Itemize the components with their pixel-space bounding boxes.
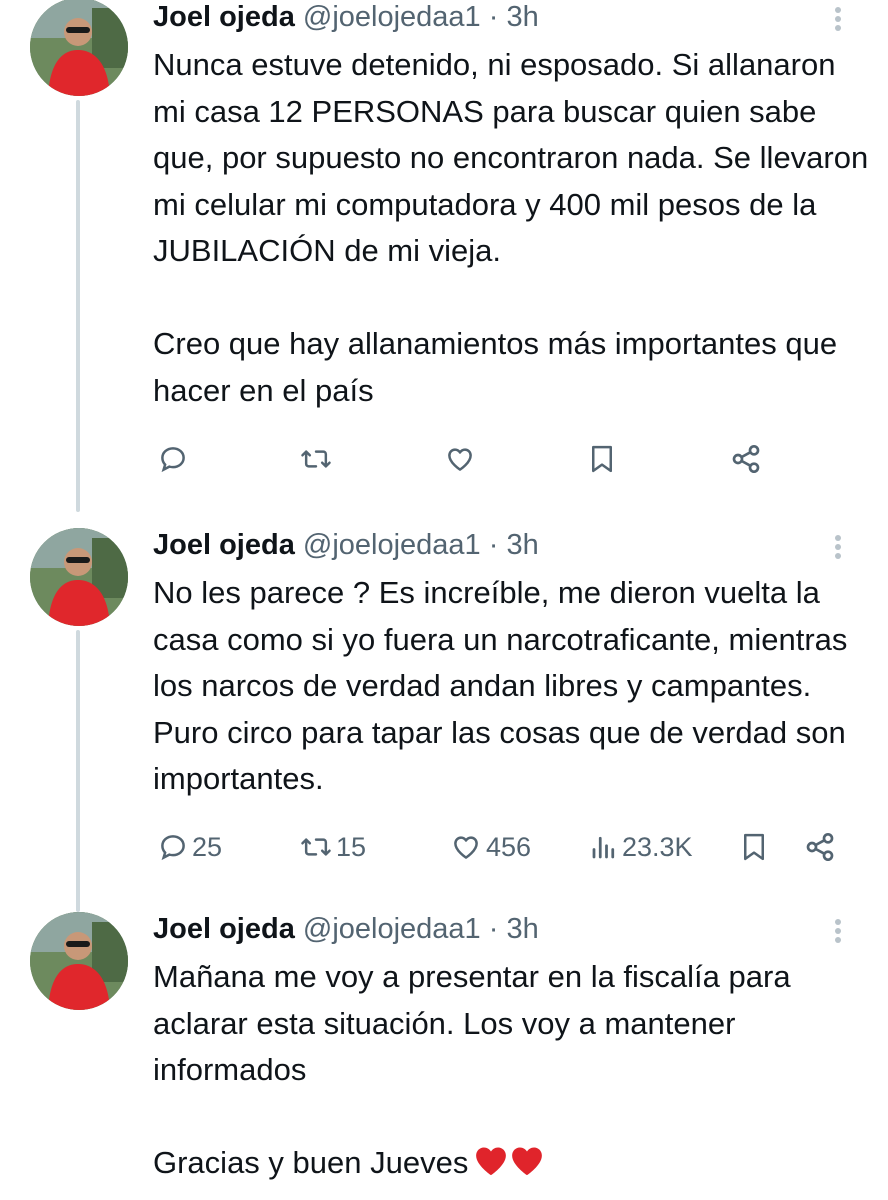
heart-emoji-icon: [476, 1147, 507, 1176]
display-name[interactable]: Joel ojeda: [153, 913, 295, 945]
share-icon: [806, 833, 834, 861]
share-icon: [732, 445, 760, 473]
bookmark-button[interactable]: [740, 824, 768, 870]
tweet-text: Nunca estuve detenido, ni esposado. Si a…: [153, 47, 869, 408]
heart-emoji-icon: [512, 1147, 543, 1176]
avatar[interactable]: [30, 528, 128, 626]
tweet[interactable]: Joel ojeda @joelojedaa1 · 3h No les pare…: [0, 528, 888, 888]
repost-icon: [301, 838, 331, 856]
display-name[interactable]: Joel ojeda: [153, 1, 295, 33]
views-button[interactable]: 23.3K: [590, 824, 693, 870]
more-options-icon[interactable]: [826, 532, 850, 572]
heart-emojis: [474, 1145, 544, 1177]
reply-count: 25: [192, 831, 223, 862]
tweet-header: Joel ojeda @joelojedaa1 · 3h: [153, 0, 539, 40]
share-button[interactable]: [730, 436, 762, 482]
separator: ·: [488, 529, 499, 561]
repost-button[interactable]: [300, 436, 332, 482]
repost-count: 15: [336, 831, 367, 862]
share-button[interactable]: [804, 824, 836, 870]
separator: ·: [488, 1, 499, 33]
tweet-header: Joel ojeda @joelojedaa1 · 3h: [153, 528, 539, 568]
action-bar: [0, 436, 888, 486]
tweet[interactable]: Joel ojeda @joelojedaa1 · 3h Nunca estuv…: [0, 0, 888, 500]
timestamp[interactable]: 3h: [506, 529, 538, 561]
handle[interactable]: @joelojedaa1: [303, 1, 481, 33]
timestamp[interactable]: 3h: [506, 1, 538, 33]
more-options-icon[interactable]: [826, 4, 850, 44]
reply-icon: [161, 835, 185, 861]
views-icon: [592, 836, 615, 859]
separator: ·: [488, 913, 499, 945]
bookmark-icon: [744, 833, 764, 861]
avatar[interactable]: [30, 912, 128, 1010]
view-count: 23.3K: [622, 831, 693, 862]
like-icon: [448, 448, 472, 471]
like-button[interactable]: [444, 436, 476, 482]
handle[interactable]: @joelojedaa1: [303, 913, 481, 945]
tweet-text-content: Mañana me voy a presentar en la fiscalía…: [153, 959, 791, 1180]
tweet-header: Joel ojeda @joelojedaa1 · 3h: [153, 912, 539, 952]
reply-icon: [161, 447, 185, 473]
display-name[interactable]: Joel ojeda: [153, 529, 295, 561]
tweet[interactable]: Joel ojeda @joelojedaa1 · 3h Mañana me v…: [0, 912, 888, 1200]
repost-icon: [301, 450, 331, 468]
like-count: 456: [486, 831, 532, 862]
bookmark-button[interactable]: [588, 436, 616, 482]
like-button[interactable]: 456: [450, 824, 531, 870]
more-options-icon[interactable]: [826, 916, 850, 956]
tweet-text: No les parece ? Es increíble, me dieron …: [153, 575, 848, 796]
like-icon: [454, 836, 478, 859]
avatar[interactable]: [30, 0, 128, 96]
repost-button[interactable]: 15: [300, 824, 366, 870]
bookmark-icon: [592, 445, 612, 473]
handle[interactable]: @joelojedaa1: [303, 529, 481, 561]
timestamp[interactable]: 3h: [506, 913, 538, 945]
reply-button[interactable]: 25: [158, 824, 222, 870]
reply-button[interactable]: [158, 436, 188, 482]
tweet-text: Mañana me voy a presentar en la fiscalía…: [153, 954, 873, 1187]
action-bar: 25 15 456 23.3K: [0, 824, 888, 874]
